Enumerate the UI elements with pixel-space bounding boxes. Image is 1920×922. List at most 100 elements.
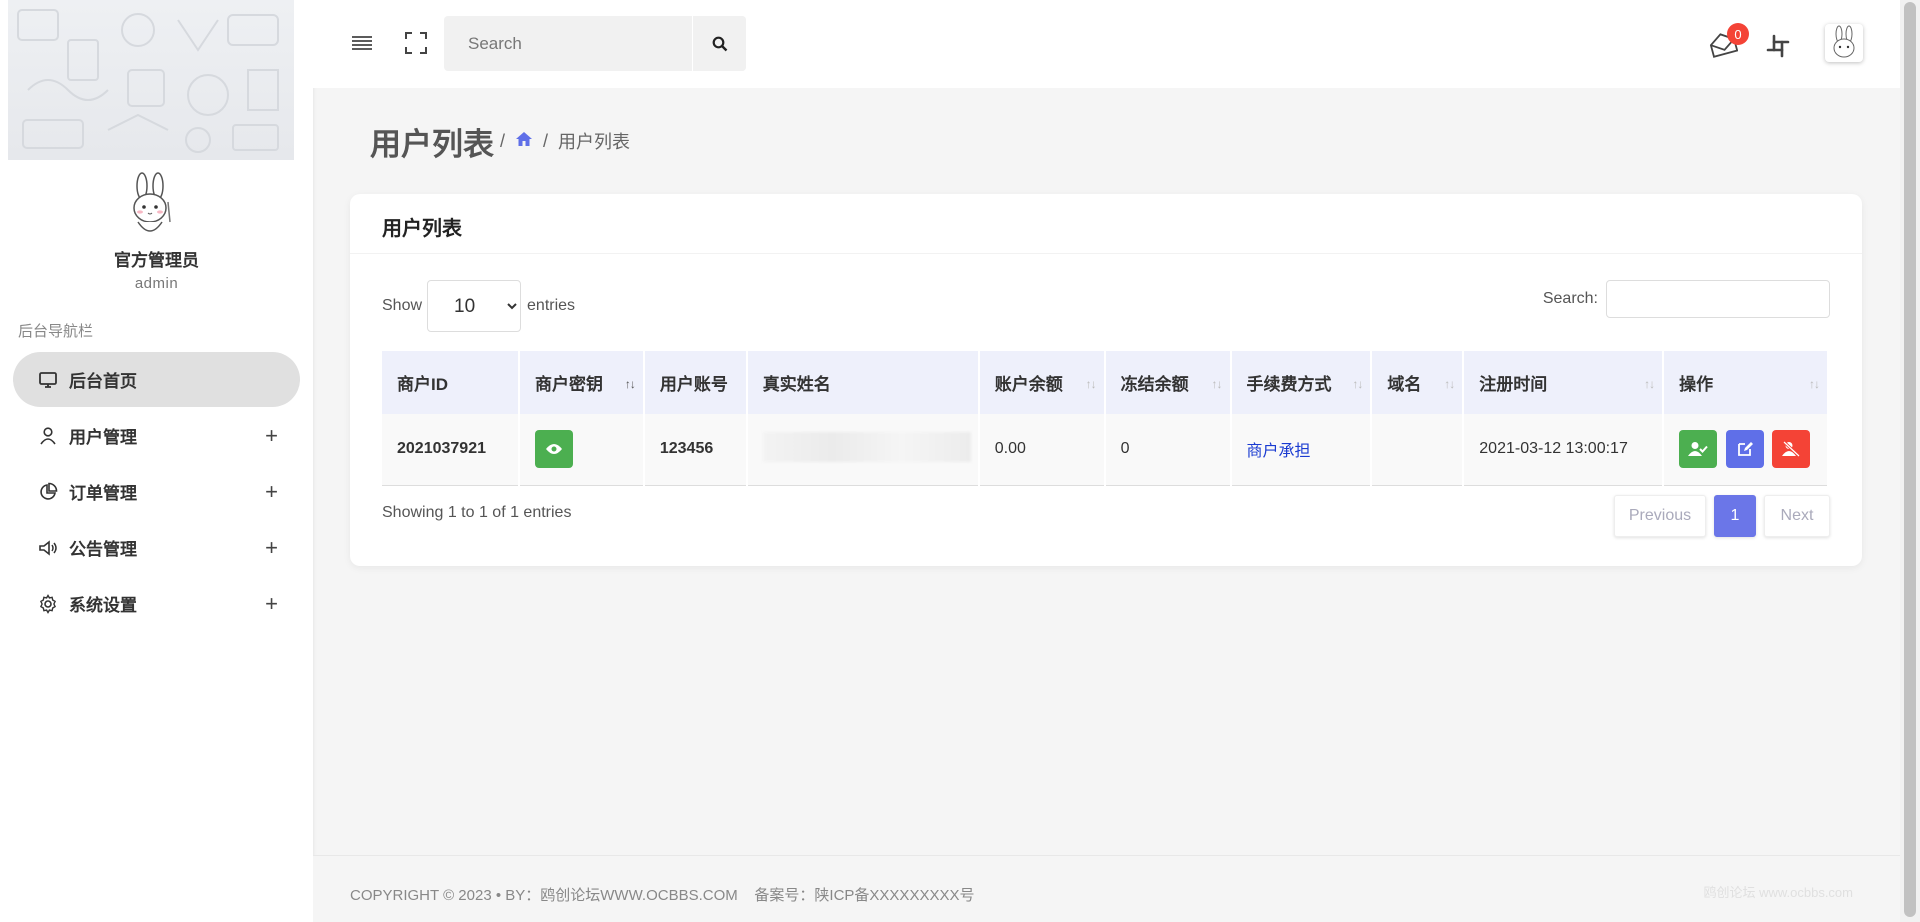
- fee-method-link[interactable]: 商户承担: [1247, 443, 1311, 460]
- fullscreen-icon[interactable]: [403, 30, 429, 56]
- cell-fee-method: 商户承担: [1230, 414, 1373, 486]
- sort-icon: ↑↓: [1085, 377, 1097, 391]
- sidebar-item-users[interactable]: 用户管理 +: [13, 408, 300, 463]
- column-header[interactable]: 操作 ↑↓: [1663, 351, 1829, 414]
- column-header-label: 冻结余额: [1120, 375, 1189, 394]
- user-check-icon: [1688, 442, 1708, 457]
- sort-icon: ↑↓: [1444, 377, 1455, 391]
- topbar: 0: [313, 0, 1900, 88]
- edit-button[interactable]: [1725, 430, 1764, 469]
- scrollbar-thumb[interactable]: [1904, 2, 1916, 917]
- user-check-button[interactable]: [1679, 430, 1718, 469]
- sort-icon: ↑↓: [624, 377, 636, 391]
- user-table: 商户ID 商户密钥 ↑↓ 用户账号 真实姓名 账户余额 ↑↓ 冻结余额 ↑↓ 手续费方…: [382, 351, 1829, 486]
- sort-icon: ↑↓: [1352, 377, 1363, 391]
- home-icon[interactable]: [515, 131, 533, 152]
- column-header-label: 操作: [1679, 375, 1714, 394]
- breadcrumb-separator: /: [500, 130, 506, 151]
- delete-user-button[interactable]: [1771, 430, 1810, 469]
- footer-watermark: 鸥创论坛 www.ocbbs.com: [1703, 885, 1853, 900]
- next-button[interactable]: Next: [1764, 495, 1830, 537]
- cell-frozen: 0: [1104, 414, 1232, 486]
- cell-actions: [1663, 414, 1829, 486]
- column-header-label: 账户余额: [994, 375, 1063, 394]
- column-header-label: 注册时间: [1479, 375, 1548, 394]
- sidebar-item-label: 系统设置: [69, 596, 137, 615]
- column-header[interactable]: 商户密钥 ↑↓: [518, 351, 645, 414]
- search-box: [444, 16, 746, 71]
- page-length-control: Show 10 entries: [382, 280, 575, 332]
- user-icon: [37, 425, 59, 447]
- table-search-label: Search:: [1542, 290, 1598, 307]
- column-header-label: 域名: [1387, 375, 1422, 394]
- pagination: Previous 1 Next: [1614, 495, 1830, 537]
- user-delete-icon: [1781, 441, 1801, 458]
- cell-domain: [1371, 414, 1465, 486]
- entries-label: entries: [527, 297, 576, 314]
- eye-icon: [545, 444, 562, 455]
- column-header[interactable]: 冻结余额 ↑↓: [1104, 351, 1232, 414]
- sort-icon: ↑↓: [1211, 377, 1223, 391]
- table-header-row: 商户ID 商户密钥 ↑↓ 用户账号 真实姓名 账户余额 ↑↓ 冻结余额 ↑↓ 手续费方…: [382, 351, 1829, 414]
- admin-name: 官方管理员: [114, 251, 199, 270]
- column-header[interactable]: 账户余额 ↑↓: [978, 351, 1106, 414]
- sidebar-banner-image: [8, 0, 294, 160]
- breadcrumb: / / 用户列表: [500, 128, 630, 154]
- sort-icon: ↑↓: [1809, 377, 1820, 391]
- slack-icon[interactable]: [1765, 33, 1791, 59]
- table-row: 2021037921 123456 0.00 0 商户承担 2021-03-12…: [382, 414, 1829, 486]
- column-header[interactable]: 注册时间 ↑↓: [1463, 351, 1665, 414]
- admin-username: admin: [134, 275, 179, 292]
- column-header-label: 真实姓名: [762, 375, 831, 394]
- column-header[interactable]: 商户ID: [382, 351, 520, 414]
- cell-balance: 0.00: [978, 414, 1106, 486]
- expand-icon[interactable]: +: [265, 535, 278, 561]
- column-header[interactable]: 用户账号: [643, 351, 748, 414]
- cell-real-name: [746, 414, 980, 486]
- column-header-label: 手续费方式: [1246, 375, 1332, 394]
- cell-account: 123456: [643, 414, 748, 486]
- nav-section-title: 后台导航栏: [18, 323, 94, 340]
- cell-merchant-key: [518, 414, 645, 486]
- sidebar-menu: 后台首页 用户管理 + 订单管理 + 公告管理 + 系统设置 +: [13, 352, 300, 632]
- search-icon: [712, 36, 727, 51]
- search-input[interactable]: [444, 33, 694, 54]
- expand-icon[interactable]: +: [265, 591, 278, 617]
- column-header[interactable]: 手续费方式 ↑↓: [1230, 351, 1373, 414]
- sidebar: 官方管理员 admin 后台导航栏 后台首页 用户管理 + 订单管理 + 公告管…: [0, 0, 313, 922]
- table-search-input[interactable]: [1606, 280, 1830, 318]
- view-key-button[interactable]: [534, 430, 573, 469]
- sidebar-item-settings[interactable]: 系统设置 +: [13, 576, 300, 631]
- column-header-label: 用户账号: [659, 375, 728, 394]
- sidebar-item-dashboard[interactable]: 后台首页: [13, 352, 300, 407]
- cell-registered: 2021-03-12 13:00:17: [1463, 414, 1665, 486]
- sidebar-item-announcements[interactable]: 公告管理 +: [13, 520, 300, 575]
- page-scrollbar[interactable]: [1900, 0, 1920, 922]
- expand-icon[interactable]: +: [265, 423, 278, 449]
- table-search: Search:: [1543, 280, 1830, 318]
- expand-icon[interactable]: +: [265, 479, 278, 505]
- column-header[interactable]: 真实姓名: [746, 351, 980, 414]
- menu-toggle-icon[interactable]: [349, 30, 375, 56]
- footer: COPYRIGHT © 2023 • BY：鸥创论坛WWW.OCBBS.COM …: [313, 855, 1900, 922]
- sidebar-item-label: 公告管理: [69, 540, 137, 559]
- sidebar-item-label: 后台首页: [69, 372, 137, 391]
- sidebar-item-label: 用户管理: [69, 428, 137, 447]
- show-label: Show: [382, 297, 423, 314]
- column-header[interactable]: 域名 ↑↓: [1371, 351, 1465, 414]
- sort-icon: ↑↓: [1644, 377, 1655, 391]
- redacted-name: [762, 431, 971, 462]
- table-info: Showing 1 to 1 of 1 entries: [382, 504, 572, 521]
- edit-icon: [1737, 442, 1753, 457]
- sidebar-item-label: 订单管理: [69, 484, 137, 503]
- column-header-label: 商户ID: [397, 375, 448, 394]
- search-button[interactable]: [692, 16, 746, 71]
- page-1-button[interactable]: 1: [1714, 495, 1756, 537]
- page-title: 用户列表: [370, 127, 494, 162]
- user-list-card: 用户列表 Show 10 entries Search: 商户ID 商户密钥 ↑↓…: [350, 194, 1862, 566]
- user-avatar[interactable]: [1825, 24, 1863, 62]
- footer-copyright: COPYRIGHT © 2023 • BY：鸥创论坛WWW.OCBBS.COM …: [350, 887, 975, 904]
- page-length-select[interactable]: 10: [427, 280, 522, 332]
- previous-button[interactable]: Previous: [1614, 495, 1706, 537]
- sidebar-item-orders[interactable]: 订单管理 +: [13, 464, 300, 519]
